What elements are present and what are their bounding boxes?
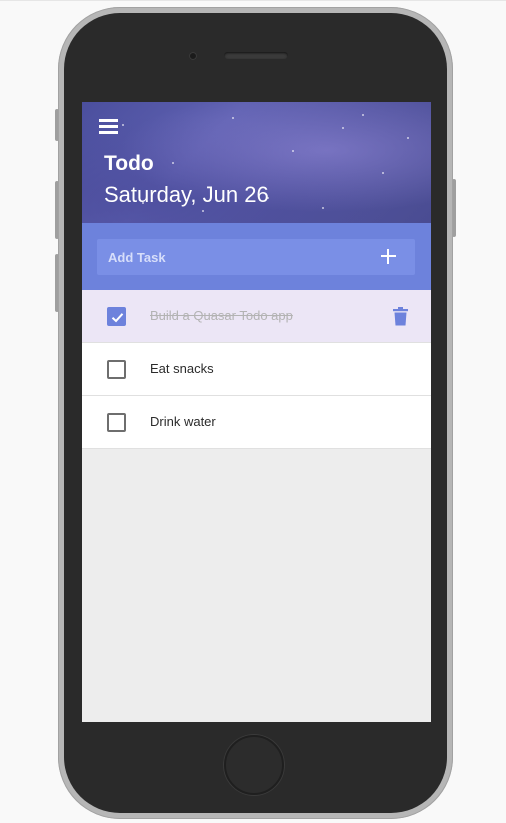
menu-icon[interactable] xyxy=(99,119,118,134)
task-label: Eat snacks xyxy=(150,361,214,376)
task-row[interactable]: Build a Quasar Todo app xyxy=(82,290,431,343)
checkmark-icon xyxy=(111,313,124,323)
earpiece-speaker xyxy=(224,52,288,59)
current-date: Saturday, Jun 26 xyxy=(104,182,269,207)
task-checkbox[interactable] xyxy=(107,360,126,379)
task-label: Build a Quasar Todo app xyxy=(150,308,293,323)
task-checkbox[interactable] xyxy=(107,307,126,326)
page: Todo Saturday, Jun 26 Add Task Build a Q… xyxy=(0,0,506,823)
task-label: Drink water xyxy=(150,414,216,429)
add-task-input[interactable]: Add Task xyxy=(97,239,415,275)
front-camera xyxy=(189,52,197,60)
app-screen: Todo Saturday, Jun 26 Add Task Build a Q… xyxy=(82,102,431,722)
task-list: Build a Quasar Todo app Eat snacks Drink… xyxy=(82,290,431,449)
add-task-bar: Add Task xyxy=(82,223,431,290)
task-row[interactable]: Eat snacks xyxy=(82,343,431,396)
home-button[interactable] xyxy=(224,735,284,795)
task-checkbox[interactable] xyxy=(107,413,126,432)
add-task-placeholder: Add Task xyxy=(108,250,166,265)
app-header: Todo Saturday, Jun 26 xyxy=(82,102,431,223)
app-title: Todo xyxy=(104,152,154,175)
task-row[interactable]: Drink water xyxy=(82,396,431,449)
plus-icon[interactable] xyxy=(379,247,398,266)
trash-icon[interactable] xyxy=(393,307,408,326)
